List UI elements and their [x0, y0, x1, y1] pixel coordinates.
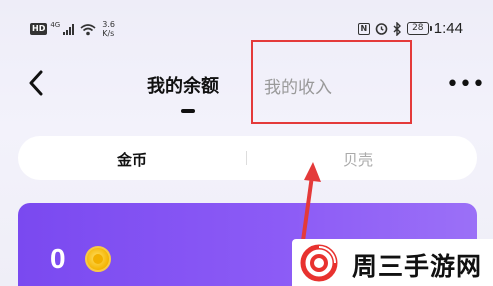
segment-divider	[246, 151, 247, 165]
segment-shells[interactable]: 贝壳	[343, 149, 373, 170]
nfc-icon: N	[357, 22, 370, 35]
network-speed: 3.6 K/s	[102, 20, 115, 38]
hd-badge: HD	[30, 23, 48, 35]
status-time: 1:44	[433, 20, 463, 37]
signal-icon	[63, 23, 75, 35]
status-bar-right: N 28 1:44	[357, 20, 463, 37]
speed-value: 3.6	[102, 20, 115, 29]
wifi-icon	[80, 23, 96, 35]
speed-unit: K/s	[102, 29, 115, 38]
more-horizontal-icon[interactable]: •••	[446, 72, 485, 97]
status-bar: HD 4G 3.6 K/s N 28 1:44	[0, 18, 493, 42]
segment-gold-coins[interactable]: 金币	[117, 149, 147, 170]
watermark-text: 周三手游网	[352, 252, 483, 281]
tab-my-balance[interactable]: 我的余额	[147, 72, 219, 98]
currency-segment-control	[18, 136, 477, 180]
chevron-left-icon[interactable]	[28, 70, 44, 96]
annotation-highlight-box	[251, 40, 412, 124]
coin-icon	[85, 246, 111, 272]
status-bar-left: HD 4G 3.6 K/s	[30, 20, 115, 38]
active-tab-indicator	[181, 109, 195, 113]
bluetooth-icon	[393, 21, 401, 36]
network-type: 4G	[50, 21, 61, 29]
alarm-icon	[375, 23, 388, 35]
balance-value: 0	[50, 243, 66, 274]
battery-indicator: 28	[406, 22, 432, 35]
annotation-arrow	[300, 162, 321, 249]
watermark-logo-icon	[300, 244, 338, 282]
